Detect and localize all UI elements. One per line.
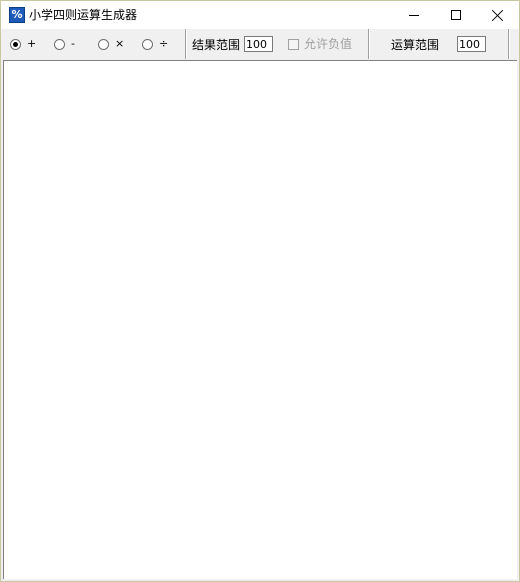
- allow-negative-label: 允许负值: [304, 37, 353, 51]
- close-icon: [492, 9, 504, 21]
- radio-label-divide: ÷: [159, 37, 169, 50]
- toolbar-separator: [368, 29, 370, 59]
- radio-label-add: +: [27, 37, 37, 50]
- title-bar[interactable]: % 小学四则运算生成器: [1, 1, 519, 29]
- radio-subtract[interactable]: -: [54, 38, 75, 50]
- result-range-label: 结果范围: [192, 38, 241, 52]
- minimize-icon: [409, 14, 419, 16]
- operand-range-label: 运算范围: [391, 38, 440, 52]
- radio-button-icon: [10, 38, 21, 50]
- window-title: 小学四则运算生成器: [29, 8, 138, 22]
- close-button[interactable]: [477, 1, 519, 29]
- radio-button-icon: [54, 38, 65, 50]
- operand-range-input[interactable]: [457, 36, 486, 52]
- allow-negative-checkbox[interactable]: 允许负值: [288, 37, 352, 51]
- radio-divide[interactable]: ÷: [142, 38, 168, 50]
- minimize-button[interactable]: [393, 1, 435, 29]
- toolbar-separator: [508, 29, 510, 59]
- radio-multiply[interactable]: ×: [98, 38, 124, 50]
- output-area[interactable]: [3, 60, 517, 579]
- toolbar-separator: [185, 29, 187, 59]
- app-icon[interactable]: %: [9, 7, 25, 23]
- checkbox-icon: [288, 38, 299, 50]
- maximize-button[interactable]: [435, 1, 477, 29]
- radio-button-icon: [142, 38, 153, 50]
- radio-label-subtract: -: [71, 37, 75, 50]
- radio-add[interactable]: +: [10, 38, 36, 50]
- radio-button-icon: [98, 38, 109, 50]
- toolbar: + - × ÷ 结果范围 允许负值 运算范围: [1, 29, 519, 59]
- result-range-input[interactable]: [244, 36, 273, 52]
- app-window: % 小学四则运算生成器 + - × ÷ 结果范围 100 允许负值 运算范围 1…: [0, 0, 520, 582]
- radio-label-multiply: ×: [115, 37, 125, 50]
- maximize-icon: [451, 10, 461, 20]
